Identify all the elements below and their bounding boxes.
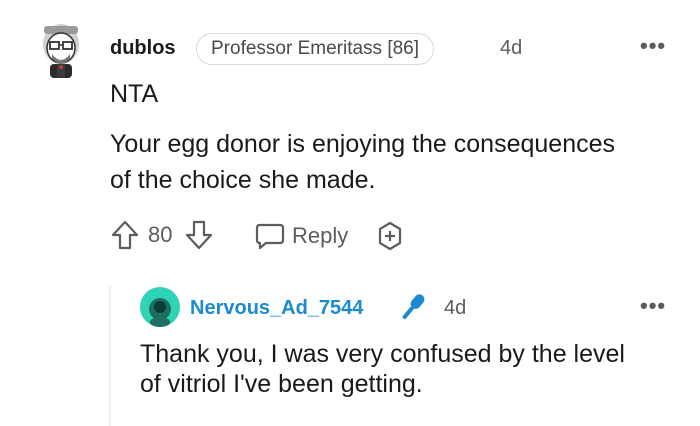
comment-text-line: Your egg donor is enjoying the consequen… (110, 130, 616, 158)
reply-text-line: of vitriol I've been getting. (140, 370, 423, 398)
avatar[interactable] (36, 20, 86, 80)
reply-timestamp[interactable]: 4d (444, 297, 466, 320)
microphone-icon (396, 290, 430, 324)
upvote-icon[interactable] (110, 219, 140, 251)
vote-count: 80 (148, 222, 173, 247)
user-flair: Professor Emeritass [86] (196, 33, 435, 65)
comment-text-line: of the choice she made. (110, 166, 376, 194)
more-options-button[interactable]: ••• (640, 33, 666, 59)
comment-bubble-icon (254, 221, 286, 251)
comment-text-line: NTA (110, 80, 159, 108)
reply-label: Reply (292, 223, 349, 248)
reply-button[interactable]: Reply (254, 220, 348, 252)
thread-line[interactable] (109, 286, 111, 426)
more-options-button[interactable]: ••• (640, 293, 666, 319)
avatar[interactable] (140, 287, 180, 327)
downvote-icon[interactable] (184, 219, 214, 251)
comment-username[interactable]: dublos (110, 37, 176, 60)
reply-username[interactable]: Nervous_Ad_7544 (190, 297, 363, 320)
award-icon[interactable] (374, 220, 406, 252)
comment-timestamp[interactable]: 4d (500, 37, 522, 60)
